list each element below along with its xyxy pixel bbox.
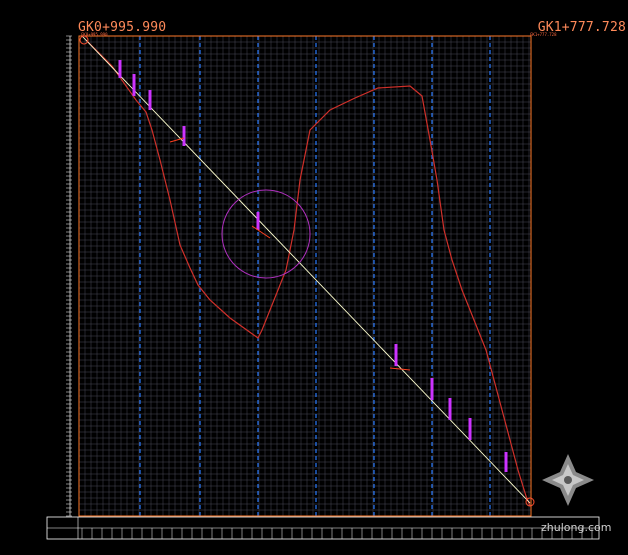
end-tag: GK1+777.728 xyxy=(530,32,557,37)
bottom-info-bar xyxy=(46,516,600,540)
cad-drawing-canvas[interactable] xyxy=(0,0,628,555)
fine-grid xyxy=(78,35,531,517)
logo-icon xyxy=(542,454,594,506)
left-ruler-ticks xyxy=(66,35,72,517)
watermark-text: zhulong.com xyxy=(541,521,612,534)
start-tag: GK0+995.990 xyxy=(81,32,108,37)
